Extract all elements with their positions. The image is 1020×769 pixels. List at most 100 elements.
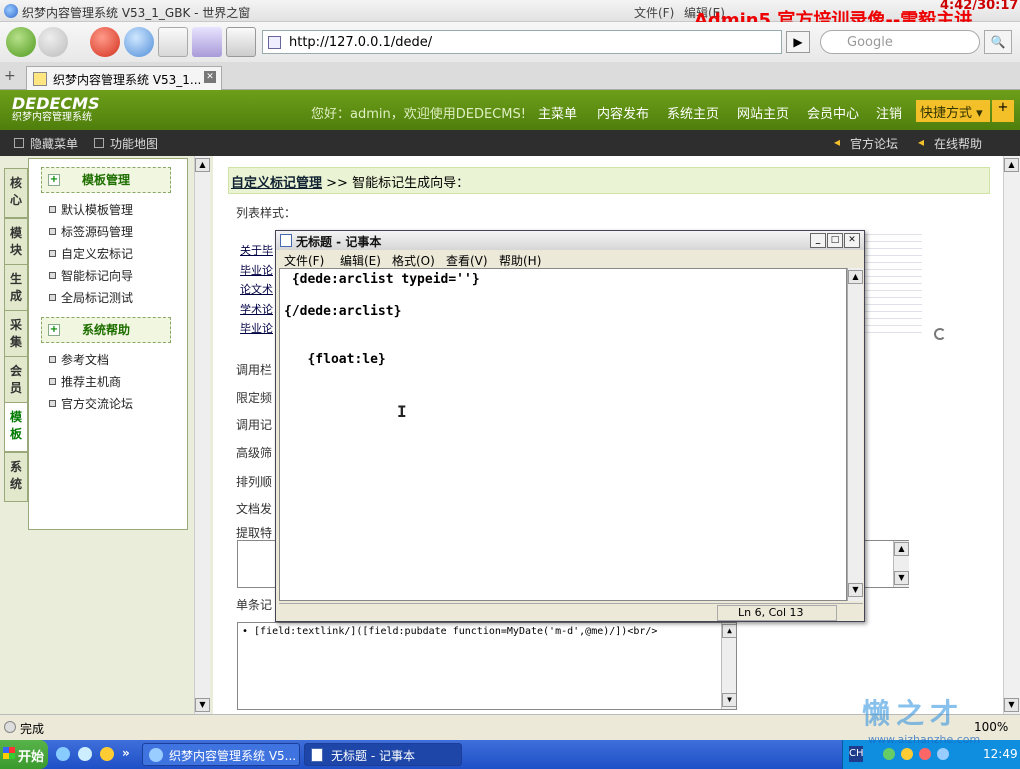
language-indicator[interactable]: CH	[849, 746, 864, 762]
nav-site-home[interactable]: 网站主页	[737, 103, 789, 122]
nav-content-publish[interactable]: 内容发布	[597, 103, 649, 122]
vtab-system[interactable]: 系统	[4, 452, 28, 502]
notepad-menu-edit[interactable]: 编辑(E)	[340, 252, 381, 269]
sidebar-item-recommended-hosts[interactable]: 推荐主机商	[49, 373, 121, 390]
notepad-title-bar[interactable]: 无标题 - 记事本 _ □ ✕	[276, 231, 864, 250]
sidebar-scrollbar[interactable]: ▲ ▼	[194, 156, 210, 714]
watermark-url: www.aizhanzhe.com	[868, 733, 981, 746]
field-label-channel: 调用栏	[236, 363, 273, 377]
notepad-window[interactable]: 无标题 - 记事本 _ □ ✕ 文件(F) 编辑(E) 格式(O) 查看(V) …	[275, 230, 865, 622]
textarea-scrollbar[interactable]: ▲ ▼	[721, 623, 736, 709]
sidebar-item-label: 默认模板管理	[61, 203, 134, 217]
shortcut-dropdown[interactable]: 快捷方式 ▾	[916, 100, 990, 122]
textarea-scrollbar[interactable]: ▲ ▼	[893, 541, 909, 587]
function-map-link[interactable]: 功能地图	[110, 135, 158, 152]
tray-security-icon[interactable]	[919, 748, 931, 760]
main-scrollbar[interactable]: ▲ ▼	[1003, 156, 1020, 714]
scroll-down-icon[interactable]: ▼	[894, 571, 909, 585]
template-text: • [field:textlink/]([field:pubdate funct…	[242, 626, 658, 637]
vtab-collect[interactable]: 采集	[4, 310, 28, 360]
scroll-up-icon[interactable]: ▲	[1004, 158, 1019, 172]
hide-menu-link[interactable]: 隐藏菜单	[30, 135, 78, 152]
field-label-filter: 高级筛	[236, 446, 273, 460]
nav-member-center[interactable]: 会员中心	[807, 103, 859, 122]
group-title: 系统帮助	[81, 323, 130, 337]
official-forum-link[interactable]: 官方论坛	[850, 135, 898, 152]
notepad-menu-help[interactable]: 帮助(H)	[499, 252, 541, 269]
sidebar-item-default-template[interactable]: 默认模板管理	[49, 201, 133, 218]
scroll-up-icon[interactable]: ▲	[848, 270, 863, 284]
notepad-text-area[interactable]: {dede:arclist typeid=''} {/dede:arclist}…	[279, 268, 847, 601]
home-icon[interactable]	[158, 27, 188, 57]
group-template-management[interactable]: + 模板管理	[41, 167, 171, 193]
breadcrumb-link[interactable]: 自定义标记管理	[231, 176, 322, 191]
plus-icon: +	[48, 324, 60, 336]
tray-network-icon[interactable]	[883, 748, 895, 760]
tray-app-icon[interactable]	[901, 748, 913, 760]
vtab-core[interactable]: 核心	[4, 168, 28, 218]
nav-logout[interactable]: 注销	[876, 103, 902, 122]
maximize-icon[interactable]: □	[827, 233, 843, 248]
task-button-notepad[interactable]: 无标题 - 记事本	[304, 743, 462, 766]
group-system-help[interactable]: + 系统帮助	[41, 317, 171, 343]
nav-main-menu[interactable]: 主菜单	[538, 103, 577, 122]
sidebar-item-custom-macro[interactable]: 自定义宏标记	[49, 245, 133, 262]
stop-icon[interactable]	[90, 27, 120, 57]
quicklaunch-ie-icon[interactable]	[56, 747, 70, 761]
task-label: 无标题 - 记事本	[331, 749, 415, 763]
scroll-up-icon[interactable]: ▲	[722, 624, 736, 638]
history-icon[interactable]	[192, 27, 222, 57]
go-button[interactable]: ▶	[786, 31, 810, 53]
quicklaunch-browser-icon[interactable]	[78, 747, 92, 761]
back-arrow-icon[interactable]	[6, 27, 36, 57]
style-option-link[interactable]: 毕业论	[240, 262, 273, 278]
shortcut-add-button[interactable]: +	[992, 100, 1014, 122]
style-option-link[interactable]: 关于毕	[240, 242, 273, 258]
sidebar-item-official-forum[interactable]: 官方交流论坛	[49, 395, 133, 412]
style-option-link[interactable]: 论文术	[240, 281, 273, 297]
notepad-menu-file[interactable]: 文件(F)	[284, 252, 324, 269]
notepad-menu-format[interactable]: 格式(O)	[392, 252, 435, 269]
scroll-down-icon[interactable]: ▼	[722, 693, 736, 707]
status-text: 完成	[20, 722, 45, 736]
sidebar-item-global-tag-test[interactable]: 全局标记测试	[49, 289, 133, 306]
notepad-menu-view[interactable]: 查看(V)	[446, 252, 488, 269]
task-button-browser[interactable]: 织梦内容管理系统 V5...	[142, 743, 300, 766]
scroll-down-icon[interactable]: ▼	[1004, 698, 1019, 712]
sidebar-item-reference-docs[interactable]: 参考文档	[49, 351, 109, 368]
online-help-link[interactable]: 在线帮助	[934, 135, 982, 152]
address-bar[interactable]: http://127.0.0.1/dede/	[262, 30, 782, 54]
start-button[interactable]: 开始	[0, 740, 48, 769]
quicklaunch-qq-icon[interactable]	[100, 747, 114, 761]
notepad-scrollbar[interactable]: ▲ ▼	[847, 268, 863, 601]
scroll-up-icon[interactable]: ▲	[894, 542, 909, 556]
zoom-level[interactable]: 100%	[974, 720, 1008, 734]
single-record-template-textarea[interactable]: • [field:textlink/]([field:pubdate funct…	[237, 622, 737, 710]
vtab-template[interactable]: 模板	[4, 402, 28, 452]
sidebar-item-smart-tag-wizard[interactable]: 智能标记向导	[49, 267, 133, 284]
quicklaunch-more-icon[interactable]: »	[122, 746, 130, 760]
bookmarks-icon[interactable]	[226, 27, 256, 57]
browser-tab[interactable]: 织梦内容管理系统 V53_1...	[26, 66, 222, 90]
scroll-up-icon[interactable]: ▲	[195, 158, 210, 172]
new-tab-button[interactable]: +	[4, 68, 16, 84]
style-option-link[interactable]: 学术论	[240, 301, 273, 317]
search-input[interactable]: Google	[820, 30, 980, 54]
close-icon[interactable]: ✕	[844, 233, 860, 248]
scroll-down-icon[interactable]: ▼	[195, 698, 210, 712]
refresh-icon[interactable]	[124, 27, 154, 57]
vtab-generate[interactable]: 生成	[4, 264, 28, 314]
menu-file[interactable]: 文件(F)	[634, 4, 674, 21]
shortcut-label: 快捷方式	[920, 106, 973, 121]
search-icon[interactable]: 🔍	[984, 30, 1012, 54]
tray-volume-icon[interactable]	[937, 748, 949, 760]
vtab-module[interactable]: 模块	[4, 218, 28, 268]
sidebar-item-tag-source[interactable]: 标签源码管理	[49, 223, 133, 240]
forward-arrow-icon[interactable]	[38, 27, 68, 57]
minimize-icon[interactable]: _	[810, 233, 826, 248]
vtab-member[interactable]: 会员	[4, 356, 28, 406]
tab-close-icon[interactable]: ✕	[204, 71, 216, 83]
nav-system-home[interactable]: 系统主页	[667, 103, 719, 122]
style-option-link[interactable]: 毕业论	[240, 320, 273, 336]
scroll-down-icon[interactable]: ▼	[848, 583, 863, 597]
